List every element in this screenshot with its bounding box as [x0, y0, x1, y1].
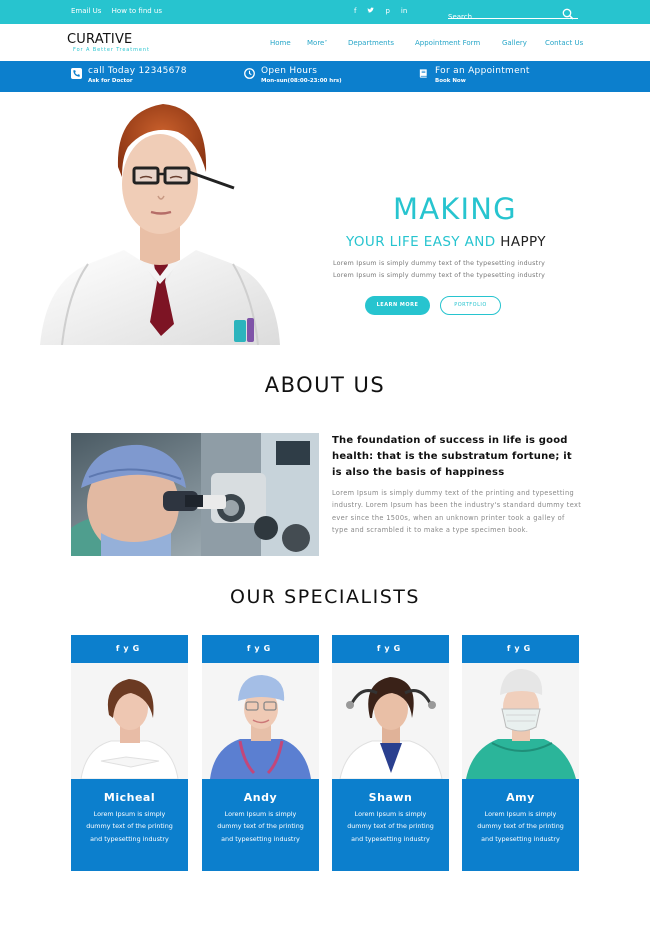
google-plus-icon[interactable]: G [264, 644, 275, 653]
nav-departments[interactable]: Departments [348, 39, 415, 47]
specialist-photo [462, 663, 579, 779]
nav-more-label: More [307, 39, 325, 47]
twitter-icon[interactable] [367, 7, 375, 16]
twitter-icon[interactable]: y [514, 644, 523, 653]
specialist-desc: Lorem Ipsum is simply dummy text of the … [217, 810, 304, 843]
info-call[interactable]: call Today 12345678 Ask for Doctor [71, 66, 187, 85]
nav-home[interactable]: Home [270, 39, 307, 47]
hero-text: Lorem Ipsum is simply dummy text of the … [333, 258, 545, 282]
info-bar: call Today 12345678 Ask for Doctor Open … [0, 61, 650, 92]
specialist-social-icons: fyG [462, 635, 579, 663]
specialist-desc: Lorem Ipsum is simply dummy text of the … [347, 810, 434, 843]
info-appointment-title: For an Appointment [435, 66, 530, 76]
specialist-name: Shawn [368, 791, 413, 804]
phone-icon [71, 68, 82, 79]
specialist-name: Micheal [103, 791, 156, 804]
doctor-image [40, 104, 280, 345]
chevron-down-icon: ˅ [324, 40, 328, 47]
specialist-card: fyG Amy Lorem Ipsum is simply dummy text… [462, 635, 579, 871]
portfolio-button[interactable]: PORTFOLIO [440, 296, 501, 315]
nav-appointment-form[interactable]: Appointment Form [415, 39, 502, 47]
pinterest-icon[interactable]: p [385, 7, 389, 16]
email-us-link[interactable]: Email Us [71, 7, 101, 15]
specialist-social-icons: fyG [71, 635, 188, 663]
specialist-info: Amy Lorem Ipsum is simply dummy text of … [462, 779, 579, 871]
clock-icon [244, 68, 255, 79]
google-plus-icon[interactable]: G [394, 644, 405, 653]
book-icon [419, 69, 428, 78]
logo[interactable]: CURATIVE For A Better Treatment [67, 32, 150, 53]
specialist-card: fyG Micheal Lorem Ipsum is simply dummy … [71, 635, 188, 871]
specialist-card: fyG Shawn Lorem Ipsum is simply dummy te… [332, 635, 449, 871]
specialist-desc: Lorem Ipsum is simply dummy text of the … [477, 810, 564, 843]
search-icon[interactable] [562, 5, 574, 24]
specialist-social-icons: fyG [202, 635, 319, 663]
learn-more-button[interactable]: LEARN MORE [365, 296, 430, 315]
specialist-name: Amy [506, 791, 535, 804]
top-bar: Email Us How to find us f p in [0, 0, 650, 24]
nav-contact-us[interactable]: Contact Us [545, 39, 583, 47]
info-hours-sub: Mon-sun(08:00-23:00 hrs) [261, 78, 342, 84]
specialist-card: fyG Andy Lorem Ipsum is simply dummy tex… [202, 635, 319, 871]
header: CURATIVE For A Better Treatment Home Mor… [0, 24, 650, 61]
social-links: f p in [354, 7, 407, 16]
surgeon-image [71, 433, 319, 556]
twitter-icon[interactable]: y [384, 644, 393, 653]
info-hours: Open Hours Mon-sun(08:00-23:00 hrs) [244, 66, 342, 85]
hero-subheading-prefix: YOUR LIFE EASY AND [346, 234, 496, 250]
hero-subheading: YOUR LIFE EASY AND HAPPY [346, 234, 546, 250]
search-box [448, 4, 578, 24]
specialist-info: Andy Lorem Ipsum is simply dummy text of… [202, 779, 319, 871]
info-appointment-sub: Book Now [435, 78, 466, 84]
info-appointment[interactable]: For an Appointment Book Now [418, 66, 530, 85]
hero-text-line: Lorem Ipsum is simply dummy text of the … [333, 272, 546, 279]
facebook-icon[interactable]: f [354, 7, 356, 16]
about-heading: The foundation of success in life is goo… [332, 435, 572, 478]
hero-text-line: Lorem Ipsum is simply dummy text of the … [333, 260, 546, 267]
google-plus-icon[interactable]: G [524, 644, 535, 653]
info-call-sub: Ask for Doctor [88, 78, 133, 84]
twitter-icon[interactable]: y [123, 644, 132, 653]
info-call-title: call Today 12345678 [88, 66, 187, 76]
linkedin-icon[interactable]: in [401, 7, 407, 16]
about-title: ABOUT US [264, 373, 386, 397]
top-links: Email Us How to find us [71, 7, 170, 15]
logo-tagline: For A Better Treatment [73, 47, 150, 53]
how-to-find-us-link[interactable]: How to find us [112, 7, 162, 15]
specialists-title: OUR SPECIALISTS [230, 586, 420, 608]
nav-gallery[interactable]: Gallery [502, 39, 545, 47]
specialist-info: Micheal Lorem Ipsum is simply dummy text… [71, 779, 188, 871]
specialist-social-icons: fyG [332, 635, 449, 663]
about-body: Lorem Ipsum is simply dummy text of the … [332, 489, 582, 534]
specialist-info: Shawn Lorem Ipsum is simply dummy text o… [332, 779, 449, 871]
specialist-photo [71, 663, 188, 779]
specialist-name: Andy [243, 791, 278, 804]
specialist-desc: Lorem Ipsum is simply dummy text of the … [86, 810, 173, 843]
hero-banner: MAKING YOUR LIFE EASY AND HAPPY Lorem Ip… [0, 92, 650, 345]
twitter-icon[interactable]: y [254, 644, 263, 653]
hero-heading: MAKING [393, 192, 517, 226]
specialist-photo [332, 663, 449, 779]
search-input[interactable] [448, 10, 558, 24]
nav-more[interactable]: More ˅ [307, 39, 348, 47]
google-plus-icon[interactable]: G [133, 644, 144, 653]
logo-name: CURATIVE [67, 32, 133, 47]
main-nav: Home More ˅ Departments Appointment Form… [270, 39, 583, 47]
specialist-photo [202, 663, 319, 779]
info-hours-title: Open Hours [261, 66, 318, 76]
hero-subheading-highlight: HAPPY [500, 234, 546, 250]
